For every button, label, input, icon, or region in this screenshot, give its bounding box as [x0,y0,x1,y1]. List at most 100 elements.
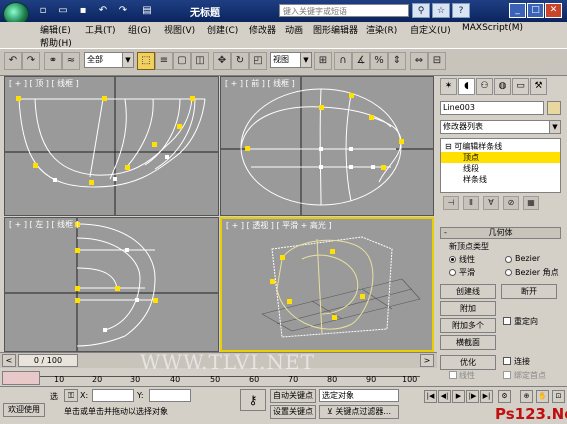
object-color-swatch[interactable] [547,101,561,115]
select-object-icon[interactable]: ⬚ [137,52,155,70]
time-next-icon[interactable]: > [420,354,434,367]
play-icon[interactable]: ▶ [452,390,465,403]
align-icon[interactable]: ⊟ [428,52,446,70]
radio-linear[interactable] [449,256,456,263]
viewport-left-label[interactable]: [ + ] [ 左 ] [ 线框 ] [9,219,79,230]
time-slider-thumb[interactable]: 0 / 100 [18,354,78,367]
modify-tab-icon[interactable]: ◖ [458,78,475,95]
maxscript-listener[interactable] [2,371,40,385]
set-key-button[interactable]: 设置关键点 [270,405,316,419]
display-tab-icon[interactable]: ▭ [512,78,529,95]
pivot-center-icon[interactable]: ⊞ [314,52,332,70]
bind-first-checkbox[interactable] [503,371,511,379]
undo-icon[interactable]: ↶ [96,4,110,17]
viewport-front[interactable]: [ + ] [ 前 ] [ 线框 ] [220,76,434,216]
menu-maxscript[interactable]: MAXScript(M) [462,23,523,33]
stack-item-editable-spline[interactable]: ⊟ 可编辑样条线 [441,141,560,152]
link-icon[interactable]: ⚭ [44,52,62,70]
motion-tab-icon[interactable]: ◍ [494,78,511,95]
menu-customize[interactable]: 自定义(U) [410,23,451,36]
hierarchy-tab-icon[interactable]: ⚇ [476,78,493,95]
spinner-snap-icon[interactable]: ⇕ [388,52,406,70]
key-icon[interactable]: ⚷ [240,389,266,411]
new-file-icon[interactable]: ▫ [36,4,50,17]
radio-bezier-corner[interactable] [505,269,512,276]
viewport-perspective[interactable]: [ + ] [ 透视 ] [ 平滑 + 高光 ] [220,217,434,352]
pin-stack-icon[interactable]: ⊣ [443,196,459,210]
linear-checkbox[interactable] [449,371,457,379]
pan-icon[interactable]: ✋ [536,390,549,403]
scale-icon[interactable]: ◰ [249,52,267,70]
window-crossing-icon[interactable]: ◫ [191,52,209,70]
menu-create[interactable]: 创建(C) [207,23,238,36]
selection-set-dropdown[interactable]: 选定对象 [319,389,399,402]
angle-snap-icon[interactable]: ∡ [352,52,370,70]
region-select-icon[interactable]: ▢ [173,52,191,70]
menu-edit[interactable]: 编辑(E) [40,23,71,36]
attach-multiple-button[interactable]: 附加多个 [440,318,496,333]
zoom-icon[interactable]: ⊕ [520,390,533,403]
radio-bezier[interactable] [505,256,512,263]
auto-key-button[interactable]: 自动关键点 [270,389,316,403]
y-coord-field[interactable] [149,389,191,402]
undo-tool-icon[interactable]: ↶ [4,52,22,70]
prev-frame-icon[interactable]: ◀| [438,390,451,403]
star-icon[interactable]: ☆ [432,3,450,18]
close-button[interactable]: ✕ [545,3,562,18]
redo-icon[interactable]: ↷ [116,4,130,17]
selection-filter-dropdown[interactable]: 全部 ▼ [84,52,134,68]
menu-graph-editors[interactable]: 图形编辑器 [313,23,358,36]
help-icon[interactable]: ? [452,3,470,18]
menu-animation[interactable]: 动画 [285,23,303,36]
menu-tools[interactable]: 工具(T) [85,23,116,36]
minimize-button[interactable]: _ [509,3,526,18]
open-file-icon[interactable]: ▭ [56,4,70,17]
radio-smooth[interactable] [449,269,456,276]
reorient-checkbox[interactable] [503,317,511,325]
reference-coord-dropdown[interactable]: 视图 ▼ [270,52,312,68]
x-coord-field[interactable] [92,389,134,402]
mirror-icon[interactable]: ⇔ [410,52,428,70]
geometry-rollout-header[interactable]: - 几何体 [440,227,561,239]
show-end-result-icon[interactable]: Ⅱ [463,196,479,210]
bind-spacewarp-icon[interactable]: ≈ [62,52,80,70]
time-config-icon[interactable]: ⚙ [498,390,511,403]
binoculars-icon[interactable]: ⚲ [412,3,430,18]
configure-sets-icon[interactable]: ▦ [523,196,539,210]
object-name-field[interactable]: Line003 [440,101,544,115]
connect-checkbox[interactable] [503,357,511,365]
save-file-icon[interactable]: ▪ [76,4,90,17]
modifier-list-dropdown[interactable]: 修改器列表 ▼ [440,120,561,134]
project-folder-icon[interactable]: ▤ [140,4,154,17]
viewport-perspective-label[interactable]: [ + ] [ 透视 ] [ 平滑 + 高光 ] [226,220,332,231]
goto-end-icon[interactable]: ▶| [480,390,493,403]
create-tab-icon[interactable]: ✶ [440,78,457,95]
utilities-tab-icon[interactable]: ⚒ [530,78,547,95]
goto-start-icon[interactable]: |◀ [424,390,437,403]
create-line-button[interactable]: 创建线 [440,284,496,299]
maximize-viewport-icon[interactable]: ⊡ [552,390,565,403]
optimize-button[interactable]: 优化 [440,355,496,370]
next-frame-icon[interactable]: |▶ [466,390,479,403]
move-icon[interactable]: ✥ [213,52,231,70]
select-by-name-icon[interactable]: ≡ [155,52,173,70]
percent-snap-icon[interactable]: % [370,52,388,70]
rotate-icon[interactable]: ↻ [231,52,249,70]
menu-group[interactable]: 组(G) [128,23,151,36]
viewport-front-label[interactable]: [ + ] [ 前 ] [ 线框 ] [225,78,295,89]
break-button[interactable]: 断开 [501,284,557,299]
menu-modifiers[interactable]: 修改器 [249,23,276,36]
snap-toggle-icon[interactable]: ∩ [334,52,352,70]
search-input[interactable]: 键入关键字或短语 [279,4,409,17]
menu-view[interactable]: 视图(V) [164,23,195,36]
time-prev-icon[interactable]: < [2,354,16,367]
maximize-button[interactable]: □ [527,3,544,18]
lock-selection-icon[interactable]: ⚿ [64,389,78,402]
make-unique-icon[interactable]: ∀ [483,196,499,210]
viewport-left[interactable]: [ + ] [ 左 ] [ 线框 ] [4,217,219,352]
stack-item-spline[interactable]: 样条线 [441,174,560,185]
cross-section-button[interactable]: 横截面 [440,335,496,350]
redo-tool-icon[interactable]: ↷ [22,52,40,70]
stack-item-segment[interactable]: 线段 [441,163,560,174]
stack-item-vertex[interactable]: 顶点 [441,152,560,163]
